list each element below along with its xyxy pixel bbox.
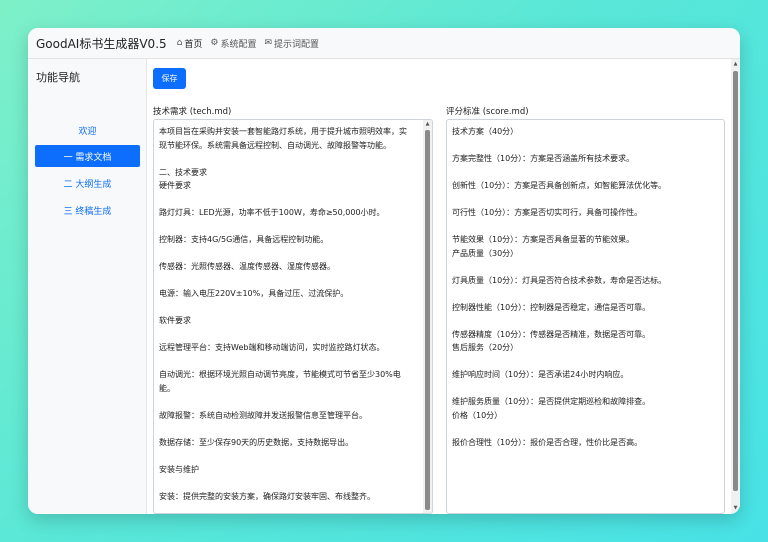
tech-label: 技术需求 (tech.md) xyxy=(153,107,232,117)
message-icon: ✉ xyxy=(264,38,273,48)
nav-home[interactable]: ⌂ 首页 xyxy=(177,37,203,50)
sidebar-title: 功能导航 xyxy=(36,71,80,84)
nav-prompt-config[interactable]: ✉ 提示词配置 xyxy=(264,37,319,50)
sidebar: 功能导航 欢迎 一 需求文档 二 大纲生成 三 终稿生成 xyxy=(28,59,147,514)
app-window: GoodAI标书生成器V0.5 ⌂ 首页 ⚙ 系统配置 ✉ 提示词配置 功能导航… xyxy=(28,28,740,514)
sidebar-item-welcome[interactable]: 欢迎 xyxy=(35,119,140,141)
nav-system-config[interactable]: ⚙ 系统配置 xyxy=(210,37,256,50)
tech-content: 本项目旨在采购并安装一套智能路灯系统，用于提升城市照明效率，实现节能环保。系统需… xyxy=(159,127,407,501)
nav-prompt-config-label: 提示词配置 xyxy=(274,39,320,50)
tech-textarea[interactable]: 本项目旨在采购并安装一套智能路灯系统，用于提升城市照明效率，实现节能环保。系统需… xyxy=(153,119,433,514)
page-scroll-thumb[interactable] xyxy=(733,71,738,491)
gear-icon: ⚙ xyxy=(210,38,219,48)
main-content: 保存 技术需求 (tech.md) 本项目旨在采购并安装一套智能路灯系统，用于提… xyxy=(147,59,740,514)
sidebar-item-final[interactable]: 三 终稿生成 xyxy=(35,199,140,221)
app-title[interactable]: GoodAI标书生成器V0.5 xyxy=(36,35,167,52)
score-textarea[interactable]: 技术方案（40分） 方案完整性（10分）：方案是否涵盖所有技术要求。 创新性（1… xyxy=(446,119,725,514)
scroll-down-icon[interactable]: ▼ xyxy=(731,505,740,512)
save-button[interactable]: 保存 xyxy=(153,68,186,89)
score-content: 技术方案（40分） 方案完整性（10分）：方案是否涵盖所有技术要求。 创新性（1… xyxy=(452,127,667,447)
sidebar-item-outline[interactable]: 二 大纲生成 xyxy=(35,172,140,194)
nav-system-config-label: 系统配置 xyxy=(220,39,257,50)
score-label: 评分标准 (score.md) xyxy=(446,107,529,117)
tech-scroll-thumb[interactable] xyxy=(425,130,430,510)
home-icon: ⌂ xyxy=(176,38,183,48)
sidebar-item-requirements[interactable]: 一 需求文档 xyxy=(35,145,140,167)
scroll-up-icon[interactable]: ▲ xyxy=(423,121,432,128)
scroll-up-icon[interactable]: ▲ xyxy=(731,61,740,68)
nav-home-label: 首页 xyxy=(184,39,203,50)
tech-scrollbar[interactable]: ▲ xyxy=(423,120,432,513)
top-navbar: GoodAI标书生成器V0.5 ⌂ 首页 ⚙ 系统配置 ✉ 提示词配置 xyxy=(28,28,740,59)
page-scrollbar[interactable]: ▲ ▼ xyxy=(731,59,740,514)
